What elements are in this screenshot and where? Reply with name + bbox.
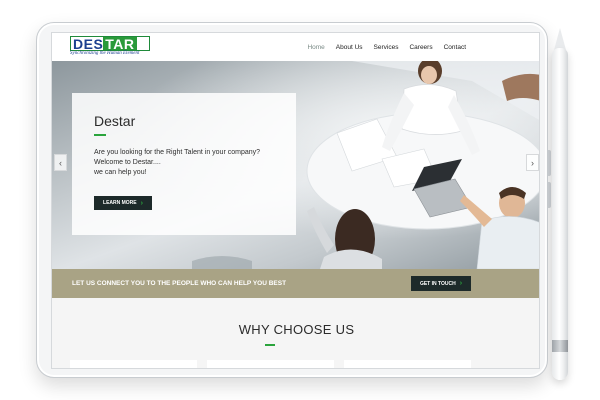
- feature-cards-row: [70, 360, 471, 368]
- chevron-right-icon: ›: [140, 199, 143, 207]
- why-choose-us-section: WHY CHOOSE US: [52, 298, 539, 368]
- feature-card: [70, 360, 197, 368]
- chevron-right-icon: ›: [459, 280, 463, 287]
- site-header: DES TAR Synchronizing the Human Element H…: [52, 33, 539, 61]
- hero-title-underline: [94, 134, 106, 136]
- section-title: WHY CHOOSE US: [238, 322, 355, 337]
- learn-more-button[interactable]: LEARN MORE ›: [94, 196, 152, 210]
- main-nav: Home About Us Services Careers Contact: [307, 33, 466, 61]
- chevron-right-icon: ›: [531, 157, 534, 168]
- contact-banner: LET US CONNECT YOU TO THE PEOPLE WHO CAN…: [52, 269, 539, 298]
- tablet-screen: DES TAR Synchronizing the Human Element H…: [51, 32, 540, 369]
- nav-contact[interactable]: Contact: [444, 44, 466, 51]
- nav-services[interactable]: Services: [374, 44, 399, 51]
- hero-line: Welcome to Destar....: [94, 159, 161, 166]
- hero-line: we can help you!: [94, 169, 147, 176]
- tablet-side-button: [548, 182, 551, 208]
- get-in-touch-button[interactable]: GET IN TOUCH ›: [411, 276, 471, 291]
- chevron-left-icon: ‹: [59, 157, 62, 168]
- nav-home[interactable]: Home: [307, 44, 324, 51]
- nav-careers[interactable]: Careers: [409, 44, 432, 51]
- hero-title: Destar: [94, 113, 136, 129]
- feature-card: [207, 360, 334, 368]
- stylus-tip: [554, 28, 566, 50]
- logo-tagline: Synchronizing the Human Element: [70, 51, 140, 56]
- slider-next-arrow[interactable]: ›: [526, 154, 539, 171]
- section-title-underline: [265, 344, 275, 346]
- get-in-touch-label: GET IN TOUCH: [419, 280, 456, 287]
- feature-card: [344, 360, 471, 368]
- stylus-band: [552, 340, 568, 352]
- learn-more-label: LEARN MORE: [103, 200, 137, 206]
- hero-description: Are you looking for the Right Talent in …: [94, 148, 260, 178]
- nav-about-us[interactable]: About Us: [336, 44, 363, 51]
- tablet-side-button: [548, 150, 551, 176]
- slider-prev-arrow[interactable]: ‹: [54, 154, 67, 171]
- destar-logo[interactable]: DES TAR Synchronizing the Human Element: [70, 36, 154, 58]
- logo-wordmark: DES TAR: [70, 36, 150, 51]
- stylus-pencil: [552, 48, 568, 380]
- logo-des: DES: [73, 36, 104, 51]
- hero-slider: Destar Are you looking for the Right Tal…: [52, 61, 539, 269]
- logo-star: TAR: [103, 36, 137, 51]
- hero-caption-card: Destar Are you looking for the Right Tal…: [72, 93, 296, 235]
- hero-line: Are you looking for the Right Talent in …: [94, 149, 261, 156]
- banner-text: LET US CONNECT YOU TO THE PEOPLE WHO CAN…: [72, 280, 287, 287]
